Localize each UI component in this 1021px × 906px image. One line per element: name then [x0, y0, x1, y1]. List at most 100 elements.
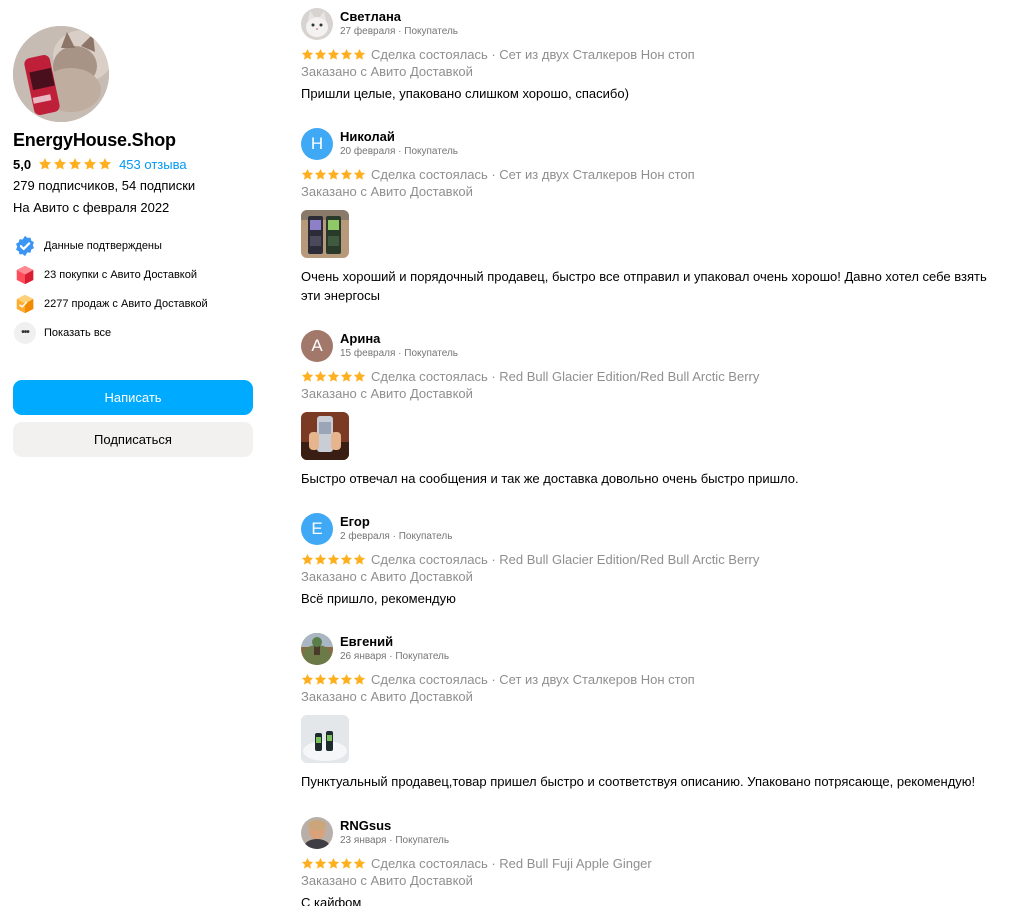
star-icon — [314, 857, 327, 869]
review-meta: 15 февраля · Покупатель — [340, 348, 458, 359]
star-icon — [353, 553, 366, 565]
order-method: Заказано с Авито Доставкой — [301, 569, 473, 584]
write-message-button[interactable]: Написать — [13, 380, 253, 415]
reviewer-name[interactable]: Арина — [340, 332, 458, 346]
badge-label: Показать все — [44, 326, 112, 339]
star-icon — [353, 673, 366, 685]
reviewer-name[interactable]: RNGsus — [340, 819, 449, 833]
review-rating: Сделка состоялась · Сет из двух Сталкеро… — [301, 46, 1001, 62]
badge-label: 23 покупки с Авито Доставкой — [44, 268, 198, 281]
seller-badges: Данные подтверждены 23 покупки с Авито Д… — [13, 231, 254, 347]
badge-sales[interactable]: 2277 продаж с Авито Доставкой — [13, 289, 254, 318]
order-method: Заказано с Авито Доставкой — [301, 689, 473, 704]
more-dots-icon: ••• — [14, 321, 36, 344]
order-method: Заказано с Авито Доставкой — [301, 386, 473, 401]
seller-sidebar: EnergyHouse.Shop 5,0 453 отзыва 279 подп… — [13, 26, 254, 457]
review-photo[interactable] — [301, 210, 349, 258]
star-icon — [340, 370, 353, 382]
star-icon — [327, 370, 340, 382]
star-icon — [314, 168, 327, 180]
deal-info[interactable]: Сделка состоялась · Сет из двух Сталкеро… — [371, 672, 695, 687]
star-icon — [340, 553, 353, 565]
review-stars — [301, 673, 366, 686]
review-photo[interactable] — [301, 412, 349, 460]
star-icon — [301, 370, 314, 382]
reviewer-name[interactable]: Евгений — [340, 635, 449, 649]
seller-rating: 5,0 453 отзыва — [13, 156, 254, 172]
badge-label: Данные подтверждены — [44, 239, 162, 252]
badge-purchases[interactable]: 23 покупки с Авито Доставкой — [13, 260, 254, 289]
reviewer-name[interactable]: Светлана — [340, 10, 458, 24]
star-icon — [353, 168, 366, 180]
review-stars — [301, 168, 366, 181]
star-icon — [327, 168, 340, 180]
reviewer-avatar[interactable] — [301, 8, 333, 40]
badge-verified[interactable]: Данные подтверждены — [13, 231, 254, 260]
star-icon — [314, 673, 327, 685]
review-stars — [301, 857, 366, 870]
star-icon — [340, 857, 353, 869]
star-icon — [353, 857, 366, 869]
member-since: На Авито с февраля 2022 — [13, 200, 170, 215]
show-all-link[interactable]: ••• Показать все — [13, 318, 254, 347]
star-icon — [353, 370, 366, 382]
review-meta: 2 февраля · Покупатель — [340, 531, 453, 542]
review-photo[interactable] — [301, 715, 349, 763]
review-item: RNGsus 23 января · Покупатель Сделка сос… — [301, 817, 1001, 906]
reviewer-avatar[interactable] — [301, 633, 333, 665]
review-rating: Сделка состоялась · Red Bull Glacier Edi… — [301, 368, 1001, 384]
deal-info[interactable]: Сделка состоялась · Red Bull Glacier Edi… — [371, 552, 759, 567]
deal-info[interactable]: Сделка состоялась · Red Bull Fuji Apple … — [371, 856, 652, 871]
rating-value: 5,0 — [13, 156, 32, 172]
review-rating: Сделка состоялась · Red Bull Fuji Apple … — [301, 855, 1001, 871]
rating-stars — [38, 157, 112, 171]
star-icon — [69, 158, 82, 170]
star-icon — [301, 857, 314, 869]
review-text: Быстро отвечал на сообщения и так же дос… — [301, 471, 799, 486]
star-icon — [327, 857, 340, 869]
seller-name: EnergyHouse.Shop — [13, 130, 176, 150]
delivery-box-icon — [13, 263, 37, 287]
star-icon — [340, 673, 353, 685]
deal-info[interactable]: Сделка состоялась · Сет из двух Сталкеро… — [371, 47, 695, 62]
star-icon — [39, 158, 52, 170]
star-icon — [314, 48, 327, 60]
star-icon — [301, 168, 314, 180]
followers-info[interactable]: 279 подписчиков, 54 подписки — [13, 178, 254, 194]
review-item: Е Егор 2 февраля · Покупатель Сделка сос… — [301, 513, 1001, 608]
star-icon — [54, 158, 67, 170]
star-icon — [327, 673, 340, 685]
reviewer-avatar[interactable]: Н — [301, 128, 333, 160]
star-icon — [340, 48, 353, 60]
review-text: Очень хороший и порядочный продавец, быс… — [301, 269, 987, 303]
review-rating: Сделка состоялась · Red Bull Glacier Edi… — [301, 551, 1001, 567]
review-stars — [301, 370, 366, 383]
seller-avatar[interactable] — [13, 26, 109, 122]
sales-box-icon — [13, 292, 37, 316]
review-item: Евгений 26 января · Покупатель Сделка со… — [301, 633, 1001, 791]
star-icon — [301, 673, 314, 685]
reviews-count-link[interactable]: 453 отзыва — [119, 157, 187, 172]
review-stars — [301, 48, 366, 61]
order-method: Заказано с Авито Доставкой — [301, 64, 473, 79]
verified-check-icon — [13, 234, 37, 258]
review-text: Всё пришло, рекомендую — [301, 591, 456, 606]
star-icon — [353, 48, 366, 60]
deal-info[interactable]: Сделка состоялась · Сет из двух Сталкеро… — [371, 167, 695, 182]
review-rating: Сделка состоялась · Сет из двух Сталкеро… — [301, 671, 1001, 687]
reviewer-name[interactable]: Егор — [340, 515, 452, 529]
order-method: Заказано с Авито Доставкой — [301, 873, 473, 888]
review-text: С кайфом — [301, 895, 362, 906]
review-rating: Сделка состоялась · Сет из двух Сталкеро… — [301, 166, 1001, 182]
star-icon — [301, 553, 314, 565]
subscribe-button[interactable]: Подписаться — [13, 422, 253, 457]
review-meta: 26 января · Покупатель — [340, 651, 450, 662]
reviewer-name[interactable]: Николай — [340, 130, 458, 144]
star-icon — [314, 553, 327, 565]
deal-info[interactable]: Сделка состоялась · Red Bull Glacier Edi… — [371, 369, 759, 384]
reviewer-avatar[interactable]: Е — [301, 513, 333, 545]
star-icon — [327, 48, 340, 60]
review-item: Светлана 27 февраля · Покупатель Сделка … — [301, 8, 1001, 103]
reviewer-avatar[interactable]: А — [301, 330, 333, 362]
reviewer-avatar[interactable] — [301, 817, 333, 849]
